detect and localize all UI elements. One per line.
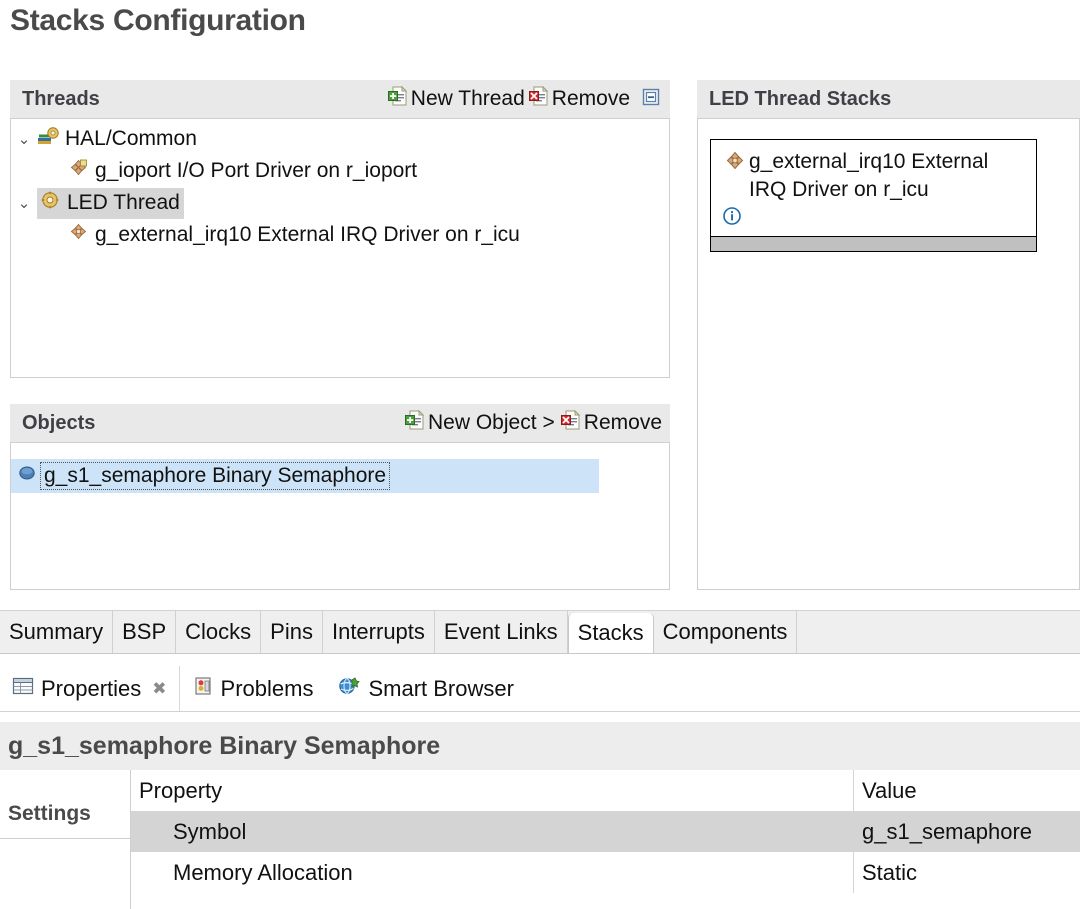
module-horizontal-scrollbar[interactable] (711, 236, 1036, 252)
thread-icon (39, 189, 61, 217)
new-object-button[interactable]: New Object (404, 409, 537, 437)
tree-row[interactable]: ⌄ HAL/Common (11, 123, 669, 155)
property-name: Memory Allocation (131, 852, 854, 893)
list-item[interactable]: g_s1_semaphore Binary Semaphore (11, 459, 599, 493)
view-tab-label: Properties (41, 675, 142, 701)
property-value[interactable]: Static (854, 852, 917, 893)
property-value[interactable]: g_s1_semaphore (854, 811, 1032, 852)
remove-thread-label: Remove (551, 87, 630, 110)
objects-header-actions: New Object > Remove (404, 409, 670, 437)
new-object-label: New Object (427, 411, 537, 434)
view-tab-smart-browser[interactable]: Smart Browser (325, 666, 525, 711)
column-header-property: Property (131, 770, 854, 811)
stack-module-box[interactable]: g_external_irq10 External IRQ Driver on … (710, 139, 1037, 253)
tab-components[interactable]: Components (654, 611, 798, 653)
stacks-panel-title: LED Thread Stacks (709, 87, 892, 110)
stack-module-info-row (711, 203, 1036, 236)
table-row[interactable]: Memory Allocation Static (131, 852, 1080, 893)
module-icon (67, 221, 91, 249)
view-tab-label: Problems (220, 675, 314, 701)
stacks-canvas[interactable]: g_external_irq10 External IRQ Driver on … (697, 118, 1080, 590)
tree-item-label: g_ioport I/O Port Driver on r_ioport (95, 159, 418, 182)
view-tab-bar: Properties ✖ Problems Smart Browser (0, 666, 1080, 712)
stacks-panel-header: LED Thread Stacks (697, 80, 1080, 118)
tree-row[interactable]: g_external_irq10 External IRQ Driver on … (11, 219, 669, 251)
threads-tree-list: ⌄ HAL/Common g_ioport I/O Port Driver on… (11, 119, 669, 251)
objects-list[interactable]: g_s1_semaphore Binary Semaphore (10, 442, 670, 590)
semaphore-icon (17, 463, 37, 489)
properties-header-title: g_s1_semaphore Binary Semaphore (8, 731, 441, 760)
threads-panel-title: Threads (22, 87, 100, 110)
view-tab-problems[interactable]: Problems (180, 666, 326, 711)
view-tab-label: Smart Browser (368, 675, 514, 701)
tab-summary[interactable]: Summary (0, 611, 114, 653)
objects-panel-header: Objects New Object > Remove (10, 404, 670, 442)
properties-table-icon (12, 676, 34, 702)
configuration-tab-bar: Summary BSP Clocks Pins Interrupts Event… (0, 610, 1080, 654)
new-thread-button[interactable]: New Thread (387, 85, 525, 113)
tree-item-label: g_external_irq10 External IRQ Driver on … (95, 223, 520, 246)
tree-item-label: LED Thread (67, 190, 180, 214)
module-icon (723, 150, 747, 182)
threads-header-actions: New Thread Remove (387, 85, 670, 113)
remove-object-button[interactable]: Remove (560, 409, 662, 437)
table-header-row: Property Value (131, 770, 1080, 811)
module-icon (67, 157, 91, 185)
property-name: Symbol (131, 811, 854, 852)
page-title: Stacks Configuration (10, 4, 306, 37)
view-tab-properties[interactable]: Properties ✖ (0, 666, 180, 711)
tab-stacks[interactable]: Stacks (567, 613, 654, 653)
new-object-submenu-arrow[interactable]: > (541, 411, 557, 435)
close-icon[interactable]: ✖ (152, 679, 166, 699)
new-document-green-plus-icon (404, 409, 425, 437)
objects-panel-title: Objects (22, 411, 96, 434)
properties-table[interactable]: Property Value Symbol g_s1_semaphore Mem… (131, 770, 1080, 909)
new-document-green-plus-icon (387, 85, 408, 113)
threads-panel-header: Threads New Thread Remove (10, 80, 670, 118)
tree-row[interactable]: ⌄ LED Thread (11, 187, 669, 219)
threads-tree[interactable]: ⌄ HAL/Common g_ioport I/O Port Driver on… (10, 118, 670, 378)
stack-module-label: g_external_irq10 External IRQ Driver on … (749, 150, 989, 201)
tab-interrupts[interactable]: Interrupts (323, 611, 435, 653)
problems-icon (192, 676, 214, 702)
properties-header: g_s1_semaphore Binary Semaphore (0, 722, 1080, 770)
info-icon[interactable] (721, 205, 743, 232)
settings-side-tab-label: Settings (8, 801, 91, 825)
column-header-value: Value (862, 777, 917, 803)
object-item-label[interactable]: g_s1_semaphore Binary Semaphore (40, 462, 391, 490)
tree-row[interactable]: g_ioport I/O Port Driver on r_ioport (11, 155, 669, 187)
stack-module-label-wrap: g_external_irq10 External IRQ Driver on … (711, 140, 1036, 203)
hal-common-icon (37, 125, 61, 153)
stacks-configuration-page: Stacks Configuration Threads New Thread … (0, 0, 1080, 909)
table-row[interactable]: Symbol g_s1_semaphore (131, 811, 1080, 852)
new-thread-label: New Thread (410, 87, 525, 110)
collapse-all-icon[interactable] (640, 86, 662, 113)
remove-document-red-x-icon (528, 85, 549, 113)
remove-document-red-x-icon (560, 409, 581, 437)
tab-bsp[interactable]: BSP (113, 611, 177, 653)
settings-side-tab[interactable]: Settings (0, 789, 131, 839)
tab-clocks[interactable]: Clocks (176, 611, 262, 653)
tree-item-label: HAL/Common (65, 127, 197, 150)
chevron-down-icon[interactable]: ⌄ (11, 130, 37, 148)
smart-browser-icon (337, 676, 361, 702)
chevron-down-icon[interactable]: ⌄ (11, 194, 37, 212)
tab-bar-filler (797, 611, 1080, 653)
remove-thread-button[interactable]: Remove (528, 85, 630, 113)
tab-pins[interactable]: Pins (261, 611, 323, 653)
remove-object-label: Remove (583, 411, 662, 434)
tab-event-links[interactable]: Event Links (435, 611, 568, 653)
